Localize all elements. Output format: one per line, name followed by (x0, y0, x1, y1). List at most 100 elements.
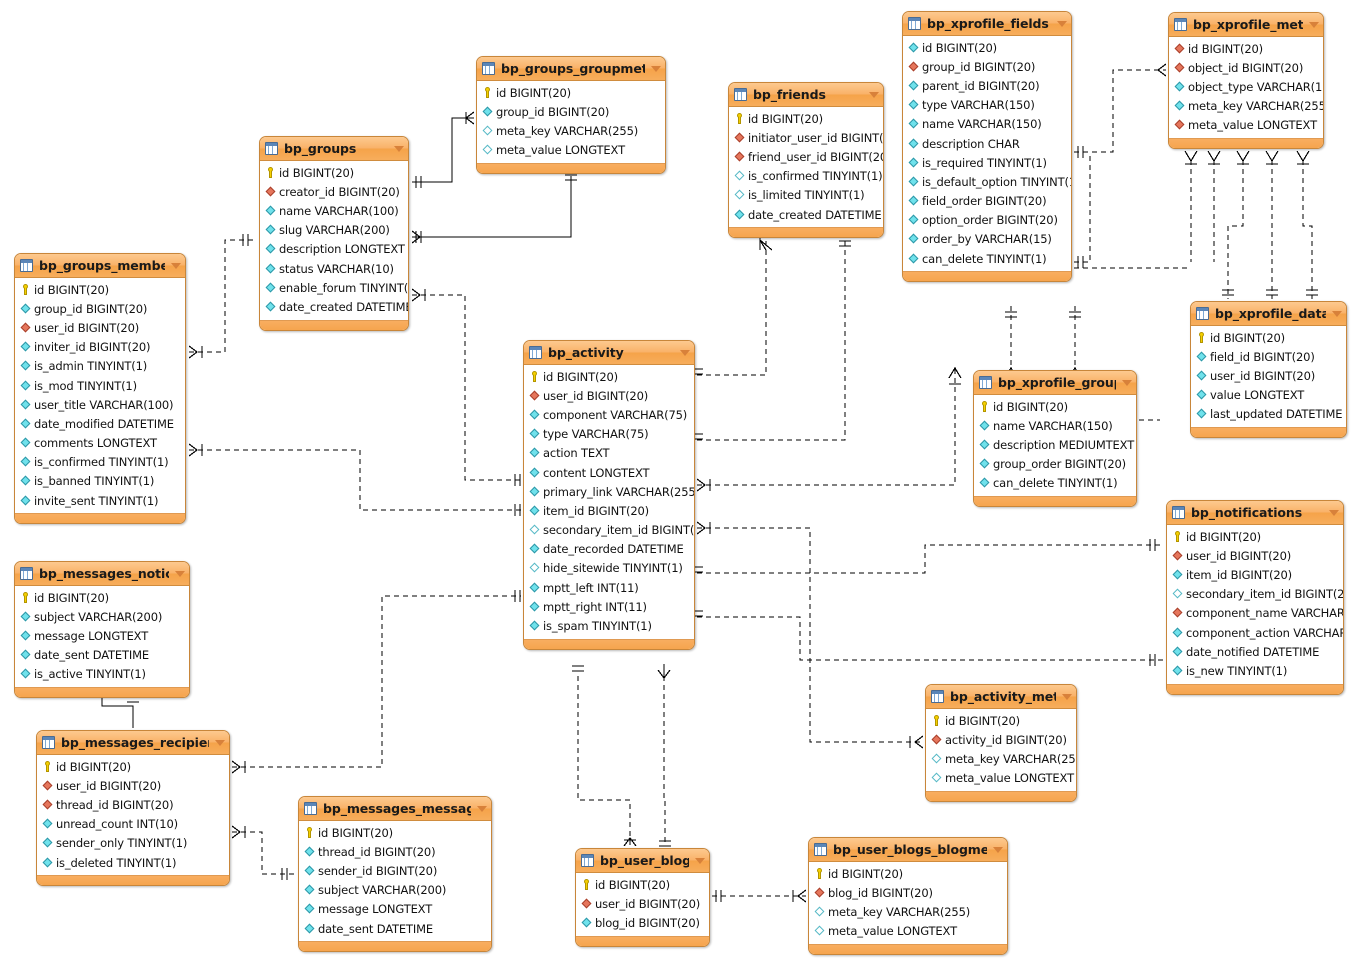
column-row[interactable]: sender_id BIGINT(20) (299, 861, 491, 880)
column-row[interactable]: object_type VARCHAR(150) (1169, 77, 1323, 96)
chevron-down-icon[interactable] (651, 65, 661, 72)
column-row[interactable]: user_id BIGINT(20) (576, 894, 709, 913)
column-row[interactable]: meta_value LONGTEXT (1169, 116, 1323, 135)
column-row[interactable]: id BIGINT(20) (260, 163, 408, 182)
entity-table-bp_xprofile_fields[interactable]: bp_xprofile_fields id BIGINT(20) group_id … (902, 11, 1072, 283)
chevron-down-icon[interactable] (1329, 509, 1339, 516)
column-row[interactable]: invite_sent TINYINT(1) (15, 491, 185, 510)
column-row[interactable]: component VARCHAR(75) (524, 405, 694, 424)
column-row[interactable]: is_banned TINYINT(1) (15, 472, 185, 491)
entity-table-bp_notifications[interactable]: bp_notifications id BIGINT(20) user_id BIG… (1166, 500, 1344, 695)
column-row[interactable]: date_sent DATETIME (299, 919, 491, 938)
entity-table-bp_xprofile_groups[interactable]: bp_xprofile_groupsid BIGINT(20) name VARC… (973, 370, 1137, 507)
column-row[interactable]: is_confirmed TINYINT(1) (729, 167, 883, 186)
column-row[interactable]: is_admin TINYINT(1) (15, 357, 185, 376)
entity-table-bp_activity[interactable]: bp_activity id BIGINT(20) user_id BIGINT(2… (523, 340, 695, 650)
entity-table-bp_messages_recipients[interactable]: bp_messages_recipientsid BIGINT(20) user_… (36, 730, 230, 887)
entity-table-bp_xprofile_data[interactable]: bp_xprofile_data id BIGINT(20) field_id BI… (1190, 301, 1347, 438)
chevron-down-icon[interactable] (1057, 20, 1067, 27)
table-header-bp_user_blogs[interactable]: bp_user_blogs (576, 849, 709, 873)
column-row[interactable]: field_order BIGINT(20) (903, 192, 1071, 211)
column-row[interactable]: user_title VARCHAR(100) (15, 395, 185, 414)
chevron-down-icon[interactable] (695, 857, 705, 864)
column-row[interactable]: option_order BIGINT(20) (903, 211, 1071, 230)
table-header-bp_messages_notices[interactable]: bp_messages_notices (15, 562, 189, 586)
column-row[interactable]: secondary_item_id BIGINT(20) (524, 521, 694, 540)
entity-table-bp_user_blogs[interactable]: bp_user_blogsid BIGINT(20) user_id BIGINT… (575, 848, 710, 947)
column-row[interactable]: secondary_item_id BIGINT(20) (1167, 585, 1343, 604)
column-row[interactable]: user_id BIGINT(20) (15, 318, 185, 337)
entity-table-bp_friends[interactable]: bp_friends id BIGINT(20) initiator_user_id… (728, 82, 884, 239)
column-row[interactable]: id BIGINT(20) (1167, 527, 1343, 546)
column-row[interactable]: mptt_right INT(11) (524, 597, 694, 616)
column-row[interactable]: id BIGINT(20) (15, 588, 189, 607)
column-row[interactable]: slug VARCHAR(200) (260, 221, 408, 240)
table-header-bp_groups_groupmeta[interactable]: bp_groups_groupmeta (477, 57, 665, 81)
column-row[interactable]: order_by VARCHAR(15) (903, 230, 1071, 249)
column-row[interactable]: name VARCHAR(150) (974, 416, 1136, 435)
column-row[interactable]: action TEXT (524, 444, 694, 463)
column-row[interactable]: field_id BIGINT(20) (1191, 347, 1346, 366)
column-row[interactable]: user_id BIGINT(20) (37, 776, 229, 795)
chevron-down-icon[interactable] (993, 846, 1003, 853)
column-row[interactable]: is_new TINYINT(1) (1167, 661, 1343, 680)
column-row[interactable]: group_id BIGINT(20) (903, 57, 1071, 76)
column-row[interactable]: can_delete TINYINT(1) (974, 474, 1136, 493)
chevron-down-icon[interactable] (680, 349, 690, 356)
column-row[interactable]: object_id BIGINT(20) (1169, 58, 1323, 77)
column-row[interactable]: id BIGINT(20) (903, 38, 1071, 57)
column-row[interactable]: id BIGINT(20) (926, 711, 1076, 730)
entity-table-bp_messages_notices[interactable]: bp_messages_noticesid BIGINT(20) subject … (14, 561, 190, 698)
column-row[interactable]: thread_id BIGINT(20) (37, 795, 229, 814)
column-row[interactable]: parent_id BIGINT(20) (903, 76, 1071, 95)
column-row[interactable]: name VARCHAR(150) (903, 115, 1071, 134)
column-row[interactable]: type VARCHAR(75) (524, 425, 694, 444)
column-row[interactable]: meta_key VARCHAR(255) (477, 121, 665, 140)
column-row[interactable]: activity_id BIGINT(20) (926, 730, 1076, 749)
table-header-bp_notifications[interactable]: bp_notifications (1167, 501, 1343, 525)
column-row[interactable]: is_limited TINYINT(1) (729, 186, 883, 205)
chevron-down-icon[interactable] (1332, 310, 1342, 317)
column-row[interactable]: id BIGINT(20) (974, 397, 1136, 416)
column-row[interactable]: meta_value LONGTEXT (809, 922, 1007, 941)
column-row[interactable]: is_active TINYINT(1) (15, 665, 189, 684)
column-row[interactable]: meta_value LONGTEXT (926, 769, 1076, 788)
entity-table-bp_groups[interactable]: bp_groups id BIGINT(20) creator_id BIGINT(… (259, 136, 409, 331)
column-row[interactable]: user_id BIGINT(20) (524, 386, 694, 405)
column-row[interactable]: group_id BIGINT(20) (477, 102, 665, 121)
chevron-down-icon[interactable] (1122, 379, 1132, 386)
chevron-down-icon[interactable] (869, 91, 879, 98)
column-row[interactable]: group_id BIGINT(20) (15, 299, 185, 318)
column-row[interactable]: name VARCHAR(100) (260, 201, 408, 220)
column-row[interactable]: item_id BIGINT(20) (1167, 565, 1343, 584)
column-row[interactable]: id BIGINT(20) (729, 109, 883, 128)
column-row[interactable]: group_order BIGINT(20) (974, 455, 1136, 474)
column-row[interactable]: meta_key VARCHAR(255) (1169, 97, 1323, 116)
column-row[interactable]: is_deleted TINYINT(1) (37, 853, 229, 872)
column-row[interactable]: comments LONGTEXT (15, 434, 185, 453)
column-row[interactable]: date_sent DATETIME (15, 646, 189, 665)
column-row[interactable]: meta_value LONGTEXT (477, 141, 665, 160)
column-row[interactable]: message LONGTEXT (15, 626, 189, 645)
column-row[interactable]: id BIGINT(20) (299, 823, 491, 842)
column-row[interactable]: sender_only TINYINT(1) (37, 834, 229, 853)
table-header-bp_friends[interactable]: bp_friends (729, 83, 883, 107)
column-row[interactable]: id BIGINT(20) (1191, 328, 1346, 347)
column-row[interactable]: creator_id BIGINT(20) (260, 182, 408, 201)
column-row[interactable]: date_recorded DATETIME (524, 540, 694, 559)
column-row[interactable]: thread_id BIGINT(20) (299, 842, 491, 861)
column-row[interactable]: id BIGINT(20) (809, 864, 1007, 883)
column-row[interactable]: user_id BIGINT(20) (1191, 366, 1346, 385)
column-row[interactable]: primary_link VARCHAR(255) (524, 482, 694, 501)
entity-table-bp_groups_members[interactable]: bp_groups_membersid BIGINT(20) group_id B… (14, 253, 186, 525)
chevron-down-icon[interactable] (394, 145, 404, 152)
column-row[interactable]: id BIGINT(20) (15, 280, 185, 299)
column-row[interactable]: component_name VARCHAR(75) (1167, 604, 1343, 623)
table-header-bp_xprofile_meta[interactable]: bp_xprofile_meta (1169, 13, 1323, 37)
column-row[interactable]: is_default_option TINYINT(1) (903, 172, 1071, 191)
column-row[interactable]: blog_id BIGINT(20) (576, 913, 709, 932)
column-row[interactable]: id BIGINT(20) (576, 875, 709, 894)
column-row[interactable]: type VARCHAR(150) (903, 96, 1071, 115)
column-row[interactable]: subject VARCHAR(200) (15, 607, 189, 626)
column-row[interactable]: date_notified DATETIME (1167, 642, 1343, 661)
